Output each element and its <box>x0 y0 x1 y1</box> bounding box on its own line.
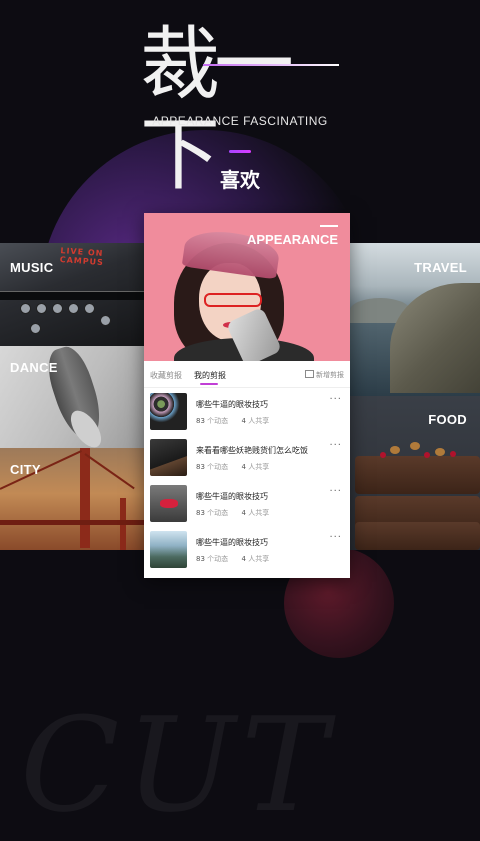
nut-topping <box>390 446 400 454</box>
more-options-icon[interactable]: ··· <box>329 440 342 451</box>
item-count-label: 个动态 <box>207 555 229 563</box>
category-tile-food[interactable]: FOOD <box>350 396 480 550</box>
clip-card: APPEARANCE 收藏剪报 我的剪报 新增剪报 哪些牛逼的眼妆技巧 83 个… <box>144 213 350 578</box>
mixer-knob <box>20 303 31 314</box>
item-meta: 83 个动态 4 人共享 <box>196 508 269 518</box>
tile-label-appearance: APPEARANCE <box>246 232 338 247</box>
item-thumbnail <box>150 531 187 568</box>
section-title: 喜欢 <box>220 168 260 192</box>
mixer-knob <box>52 303 63 314</box>
item-shares-label: 人共享 <box>248 417 270 425</box>
item-count-label: 个动态 <box>207 417 229 425</box>
item-count: 83 <box>196 555 205 563</box>
model-glasses <box>204 293 262 307</box>
tile-label-dance: DANCE <box>10 360 58 375</box>
more-options-icon[interactable]: ··· <box>329 394 342 405</box>
tab-saved-clips[interactable]: 收藏剪报 <box>150 370 182 381</box>
item-count: 83 <box>196 509 205 517</box>
background-watermark-word: CUT <box>20 689 334 841</box>
item-count: 83 <box>196 417 205 425</box>
appearance-photo[interactable]: APPEARANCE <box>144 213 350 361</box>
hero-subtitle: APPEARANCE FASCINATING <box>152 114 328 128</box>
tile-label-food: FOOD <box>428 412 467 427</box>
berry-topping <box>450 451 456 457</box>
category-tile-music[interactable]: LIVE ON CAMPUS MUSIC <box>0 243 144 346</box>
mixer-knob <box>68 303 79 314</box>
clip-tabs: 收藏剪报 我的剪报 新增剪报 <box>144 361 350 388</box>
item-shares: 4 <box>241 509 246 517</box>
item-thumbnail <box>150 439 187 476</box>
mixer-knob <box>30 323 41 334</box>
item-shares: 4 <box>241 417 246 425</box>
item-meta: 83 个动态 4 人共享 <box>196 416 269 426</box>
tile-label-travel: TRAVEL <box>414 260 467 275</box>
nut-topping <box>410 442 420 450</box>
item-title: 哪些牛逼的眼妆技巧 <box>196 400 268 409</box>
item-count-label: 个动态 <box>207 509 229 517</box>
brownie-slice <box>355 456 480 494</box>
item-meta: 83 个动态 4 人共享 <box>196 462 269 472</box>
item-meta: 83 个动态 4 人共享 <box>196 554 269 564</box>
tile-label-city: CITY <box>10 462 41 477</box>
new-clip-label: 新增剪报 <box>316 371 344 379</box>
item-shares-label: 人共享 <box>248 509 270 517</box>
more-options-icon[interactable]: ··· <box>329 486 342 497</box>
list-item[interactable]: 来看看哪些妖艳贱货们怎么吃饭 83 个动态 4 人共享 ··· <box>144 435 350 481</box>
tile-label-music: MUSIC <box>10 260 54 275</box>
mixer-panel <box>0 291 144 300</box>
active-tab-indicator <box>200 383 218 385</box>
item-count: 83 <box>196 463 205 471</box>
berry-topping <box>380 452 386 458</box>
mixer-knob <box>84 303 95 314</box>
item-shares-label: 人共享 <box>248 555 270 563</box>
item-thumbnail <box>150 393 187 430</box>
item-thumbnail <box>150 485 187 522</box>
item-title: 哪些牛逼的眼妆技巧 <box>196 538 268 547</box>
brownie-slice <box>355 522 480 550</box>
coastal-cliff <box>390 283 480 393</box>
berry-topping <box>424 452 430 458</box>
music-sign-text: LIVE ON CAMPUS <box>59 246 105 268</box>
add-clip-icon <box>305 370 314 378</box>
photo-label-mark <box>320 225 338 227</box>
item-title: 哪些牛逼的眼妆技巧 <box>196 492 268 501</box>
title-stroke-decoration <box>203 64 339 66</box>
category-tile-travel[interactable]: TRAVEL <box>350 243 480 396</box>
item-shares: 4 <box>241 463 246 471</box>
bridge-deck <box>0 520 144 525</box>
item-count-label: 个动态 <box>207 463 229 471</box>
bridge-tower <box>80 448 90 548</box>
accent-dash <box>229 150 251 153</box>
category-tile-dance[interactable]: DANCE <box>0 346 144 448</box>
more-options-icon[interactable]: ··· <box>329 532 342 543</box>
new-clip-button[interactable]: 新增剪报 <box>305 370 344 380</box>
item-title: 来看看哪些妖艳贱货们怎么吃饭 <box>196 446 308 455</box>
item-shares-label: 人共享 <box>248 463 270 471</box>
bridge-cable <box>84 453 135 490</box>
mixer-knob <box>36 303 47 314</box>
category-tile-city[interactable]: CITY <box>0 448 144 550</box>
mixer-knob <box>100 315 111 326</box>
list-item[interactable]: 哪些牛逼的眼妆技巧 83 个动态 4 人共享 ··· <box>144 389 350 435</box>
nut-topping <box>435 448 445 456</box>
list-item[interactable]: 哪些牛逼的眼妆技巧 83 个动态 4 人共享 ··· <box>144 481 350 527</box>
clip-list: 哪些牛逼的眼妆技巧 83 个动态 4 人共享 ··· 来看看哪些妖艳贱货们怎么吃… <box>144 389 350 573</box>
tab-my-clips[interactable]: 我的剪报 <box>194 370 226 381</box>
item-shares: 4 <box>241 555 246 563</box>
list-item[interactable]: 哪些牛逼的眼妆技巧 83 个动态 4 人共享 ··· <box>144 527 350 573</box>
